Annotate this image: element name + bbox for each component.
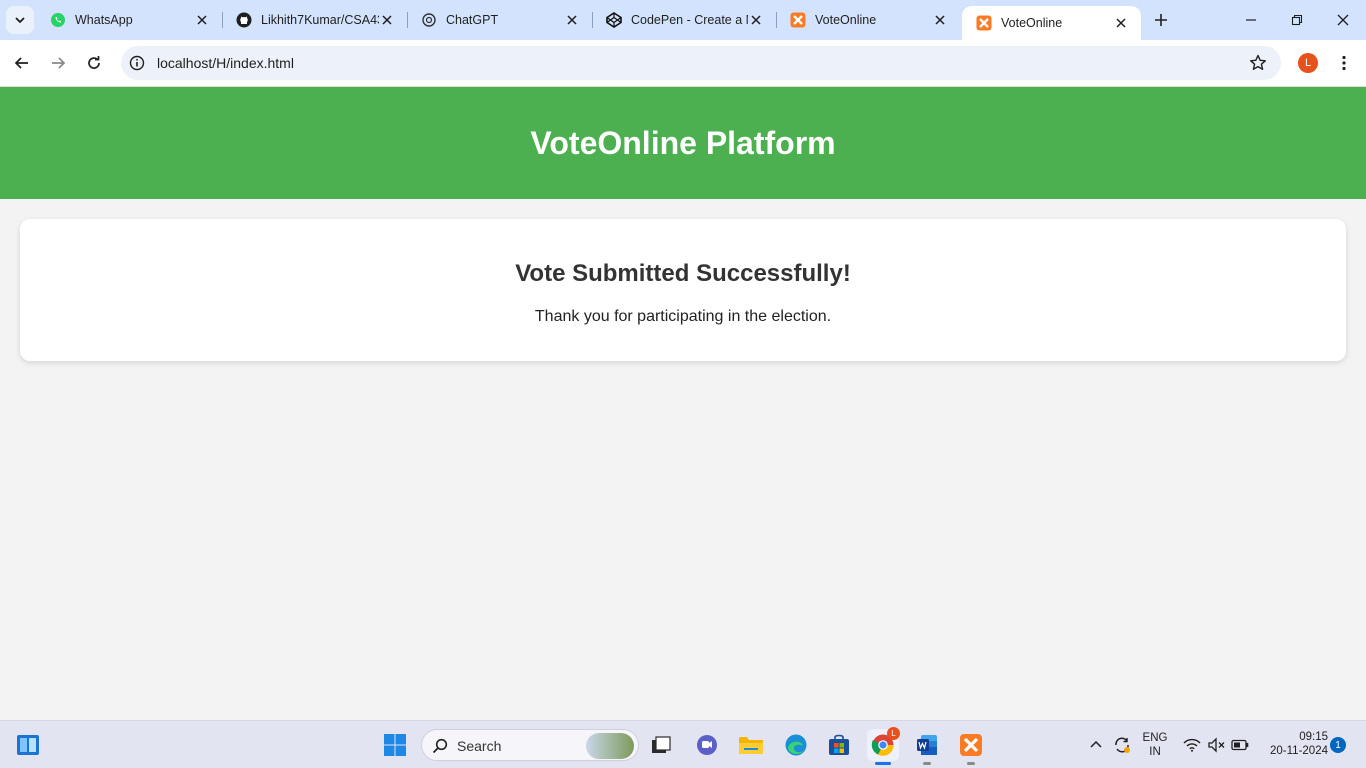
close-icon[interactable] bbox=[379, 12, 395, 28]
github-icon bbox=[236, 12, 252, 28]
widgets-button[interactable] bbox=[12, 729, 44, 761]
notification-badge[interactable]: 1 bbox=[1330, 737, 1346, 753]
xampp-icon bbox=[960, 734, 982, 756]
language-code: ENG bbox=[1142, 732, 1168, 744]
tab-github[interactable]: Likhith7Kumar/CSA43 bbox=[222, 0, 408, 40]
start-button[interactable] bbox=[379, 729, 411, 761]
word-icon bbox=[917, 735, 937, 755]
restore-icon bbox=[1291, 14, 1303, 26]
tab-search-button[interactable] bbox=[6, 6, 34, 34]
confirmation-title: Vote Submitted Successfully! bbox=[515, 260, 851, 287]
plus-icon bbox=[1155, 14, 1167, 26]
tab-voteonline[interactable]: VoteOnline bbox=[776, 0, 960, 40]
chat-icon bbox=[697, 735, 717, 755]
restore-button[interactable] bbox=[1274, 0, 1320, 40]
file-explorer-button[interactable] bbox=[735, 729, 767, 761]
close-icon[interactable] bbox=[748, 12, 764, 28]
sync-tray-button[interactable] bbox=[1108, 729, 1136, 761]
chrome-button[interactable]: L bbox=[867, 727, 900, 765]
running-indicator bbox=[923, 762, 931, 765]
tab-title: VoteOnline bbox=[815, 13, 877, 27]
running-indicator bbox=[967, 762, 975, 765]
search-highlight-image bbox=[586, 733, 634, 759]
close-icon[interactable] bbox=[194, 12, 210, 28]
windows-logo-icon bbox=[384, 734, 406, 756]
input-language-indicator[interactable]: ENG IN bbox=[1138, 731, 1172, 759]
chrome-profile-badge: L bbox=[887, 727, 900, 740]
folder-icon bbox=[739, 737, 763, 754]
close-icon[interactable] bbox=[564, 12, 580, 28]
taskbar-search[interactable]: Search bbox=[421, 729, 639, 761]
tab-title: CodePen - Create a N bbox=[631, 13, 748, 27]
chevron-up-icon bbox=[1090, 740, 1102, 748]
tab-whatsapp[interactable]: WhatsApp bbox=[36, 0, 223, 40]
reload-button[interactable] bbox=[80, 49, 108, 77]
profile-avatar[interactable]: L bbox=[1298, 53, 1318, 73]
tab-title: Likhith7Kumar/CSA43 bbox=[261, 13, 379, 27]
task-view-button[interactable] bbox=[645, 729, 677, 761]
close-icon[interactable] bbox=[932, 12, 948, 28]
chevron-down-icon bbox=[15, 17, 25, 24]
tab-chatgpt[interactable]: ChatGPT bbox=[407, 0, 593, 40]
windows-taskbar: Search L ENG IN 09:15 20-11-2024 1 bbox=[0, 720, 1366, 768]
minimize-button[interactable] bbox=[1228, 0, 1274, 40]
more-vertical-icon bbox=[1342, 55, 1346, 71]
clock[interactable]: 09:15 20-11-2024 bbox=[1258, 730, 1328, 758]
battery-button[interactable] bbox=[1226, 729, 1254, 761]
url-text[interactable]: localhost/H/index.html bbox=[157, 55, 294, 71]
show-hidden-icons-button[interactable] bbox=[1082, 729, 1110, 761]
confirmation-card: Vote Submitted Successfully! Thank you f… bbox=[20, 219, 1346, 361]
tab-codepen[interactable]: CodePen - Create a N bbox=[592, 0, 777, 40]
region-code: IN bbox=[1149, 746, 1161, 758]
arrow-right-icon bbox=[52, 57, 66, 69]
info-icon[interactable] bbox=[129, 55, 145, 71]
xampp-icon bbox=[976, 15, 992, 31]
forward-button[interactable] bbox=[44, 49, 72, 77]
edge-icon bbox=[785, 734, 807, 756]
store-button[interactable] bbox=[823, 729, 855, 761]
reload-icon bbox=[88, 56, 100, 69]
tab-title: WhatsApp bbox=[75, 13, 133, 27]
search-label: Search bbox=[457, 738, 502, 754]
xampp-button[interactable] bbox=[955, 729, 987, 765]
close-icon bbox=[1337, 14, 1349, 26]
edge-button[interactable] bbox=[780, 729, 812, 761]
store-icon bbox=[829, 734, 849, 755]
teams-chat-button[interactable] bbox=[691, 729, 723, 761]
close-window-button[interactable] bbox=[1320, 0, 1366, 40]
wifi-icon bbox=[1183, 738, 1201, 752]
xampp-icon bbox=[790, 12, 806, 28]
arrow-left-icon bbox=[14, 57, 28, 69]
whatsapp-icon bbox=[50, 12, 66, 28]
tab-title: VoteOnline bbox=[1001, 16, 1063, 30]
site-header: VoteOnline Platform bbox=[0, 87, 1366, 199]
bookmark-star-icon[interactable] bbox=[1249, 54, 1267, 72]
browser-tab-strip: WhatsApp Likhith7Kumar/CSA43 ChatGPT Cod… bbox=[0, 0, 1366, 40]
address-bar[interactable]: localhost/H/index.html bbox=[121, 46, 1281, 80]
tab-voteonline-active[interactable]: VoteOnline bbox=[962, 6, 1141, 40]
active-indicator bbox=[875, 762, 891, 765]
close-icon[interactable] bbox=[1113, 15, 1129, 31]
browser-toolbar: localhost/H/index.html L bbox=[0, 40, 1366, 87]
clock-date: 20-11-2024 bbox=[1270, 745, 1328, 757]
minimize-icon bbox=[1246, 19, 1256, 21]
widgets-icon bbox=[17, 735, 39, 755]
clock-time: 09:15 bbox=[1299, 731, 1328, 743]
chatgpt-icon bbox=[421, 12, 437, 28]
back-button[interactable] bbox=[8, 49, 36, 77]
new-tab-button[interactable] bbox=[1150, 9, 1172, 31]
word-button[interactable] bbox=[911, 729, 943, 765]
task-view-icon bbox=[652, 736, 671, 753]
tab-title: ChatGPT bbox=[446, 13, 499, 27]
volume-muted-icon bbox=[1208, 737, 1225, 753]
codepen-icon bbox=[606, 12, 622, 28]
confirmation-message: Thank you for participating in the elect… bbox=[534, 308, 832, 325]
search-icon bbox=[432, 738, 448, 754]
browser-menu-button[interactable] bbox=[1334, 53, 1354, 73]
battery-icon bbox=[1231, 739, 1249, 751]
site-title: VoteOnline Platform bbox=[530, 124, 836, 161]
sync-icon bbox=[1115, 737, 1130, 753]
